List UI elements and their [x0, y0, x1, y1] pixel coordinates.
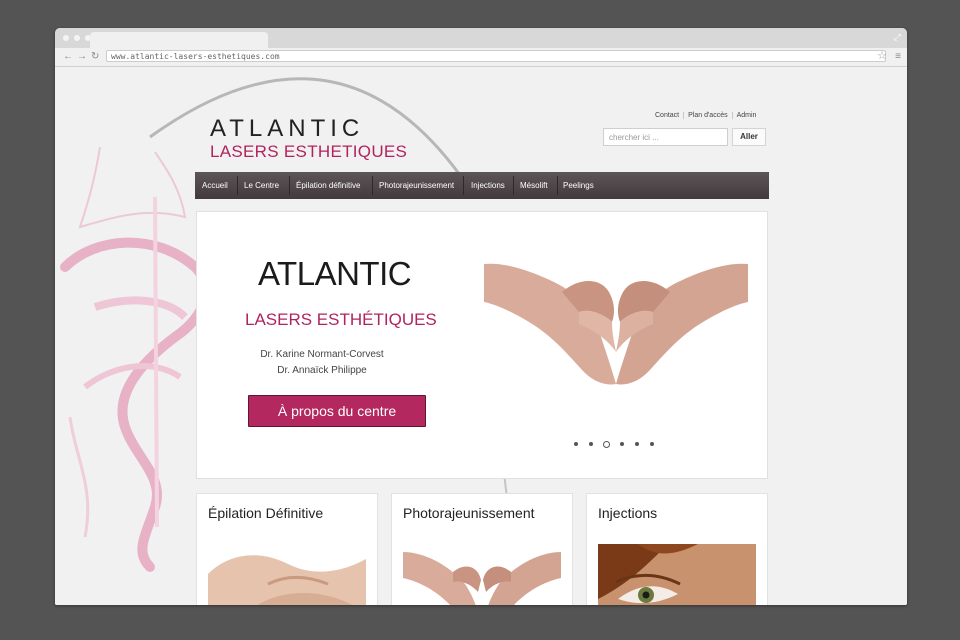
nav-item-injections[interactable]: Injections [471, 172, 505, 199]
close-dot[interactable] [63, 35, 69, 41]
card-title[interactable]: Photorajeunissement [403, 505, 535, 521]
hero-doctor-1: Dr. Karine Normant-Corvest [260, 349, 384, 360]
card-photorajeunissement[interactable]: Photorajeunissement [391, 493, 573, 605]
card-epilation[interactable]: Épilation Définitive [196, 493, 378, 605]
nav-item-photorajeunissement[interactable]: Photorajeunissement [379, 172, 454, 199]
pager-dot[interactable] [650, 442, 654, 446]
browser-toolbar: ← → ↻ www.atlantic-lasers-esthetiques.co… [55, 48, 907, 67]
heart-hands-image [484, 252, 748, 397]
pager-dot[interactable] [589, 442, 593, 446]
title-bar: ⤢ [55, 28, 907, 48]
nav-item-le-centre[interactable]: Le Centre [244, 172, 279, 199]
legs-image [208, 544, 366, 605]
forward-arrow-icon[interactable]: → [77, 50, 87, 63]
top-links: Contact Plan d'accès Admin [651, 112, 761, 119]
contact-link[interactable]: Contact [651, 112, 683, 119]
plan-acces-link[interactable]: Plan d'accès [683, 112, 732, 119]
star-icon[interactable]: ☆ [877, 50, 887, 63]
page-viewport: ATLANTIC LASERS ESTHETIQUES Contact Plan … [55, 67, 907, 605]
logo-lasers-esthetiques[interactable]: LASERS ESTHETIQUES [210, 142, 407, 162]
pager-dot-active[interactable] [603, 441, 610, 448]
heart-hands-thumb-image [403, 544, 561, 605]
search-input[interactable]: chercher ici ... [603, 128, 728, 146]
card-title[interactable]: Épilation Définitive [208, 505, 323, 521]
about-center-button[interactable]: À propos du centre [248, 395, 426, 427]
nav-item-epilation[interactable]: Épilation définitive [296, 172, 360, 199]
search-button[interactable]: Aller [732, 128, 766, 146]
logo-atlantic[interactable]: ATLANTIC [210, 115, 364, 143]
browser-tab[interactable] [90, 32, 268, 48]
hero-subtitle: LASERS ESTHÉTIQUES [245, 310, 437, 329]
nav-item-mesolift[interactable]: Mésolift [520, 172, 548, 199]
menu-icon[interactable]: ≡ [895, 50, 901, 63]
fullscreen-icon[interactable]: ⤢ [894, 32, 901, 43]
nav-item-accueil[interactable]: Accueil [202, 172, 228, 199]
nav-item-peelings[interactable]: Peelings [563, 172, 594, 199]
main-nav: Accueil Le Centre Épilation définitive P… [195, 172, 769, 199]
pager-dot[interactable] [620, 442, 624, 446]
card-injections[interactable]: Injections [586, 493, 768, 605]
reload-icon[interactable]: ↻ [91, 50, 99, 63]
back-arrow-icon[interactable]: ← [63, 50, 73, 63]
hero-slider: ATLANTIC LASERS ESTHÉTIQUES Dr. Karine N… [196, 211, 768, 479]
admin-link[interactable]: Admin [731, 112, 761, 119]
face-eye-image [598, 544, 756, 605]
minimize-dot[interactable] [74, 35, 80, 41]
browser-window: ⤢ ← → ↻ www.atlantic-lasers-esthetiques.… [55, 28, 907, 605]
hero-doctor-2: Dr. Annaïck Philippe [277, 365, 367, 376]
card-title[interactable]: Injections [598, 505, 657, 521]
pager-dot[interactable] [635, 442, 639, 446]
hero-title: ATLANTIC [258, 255, 412, 292]
address-bar[interactable]: www.atlantic-lasers-esthetiques.com [106, 50, 886, 62]
pager-dot[interactable] [574, 442, 578, 446]
